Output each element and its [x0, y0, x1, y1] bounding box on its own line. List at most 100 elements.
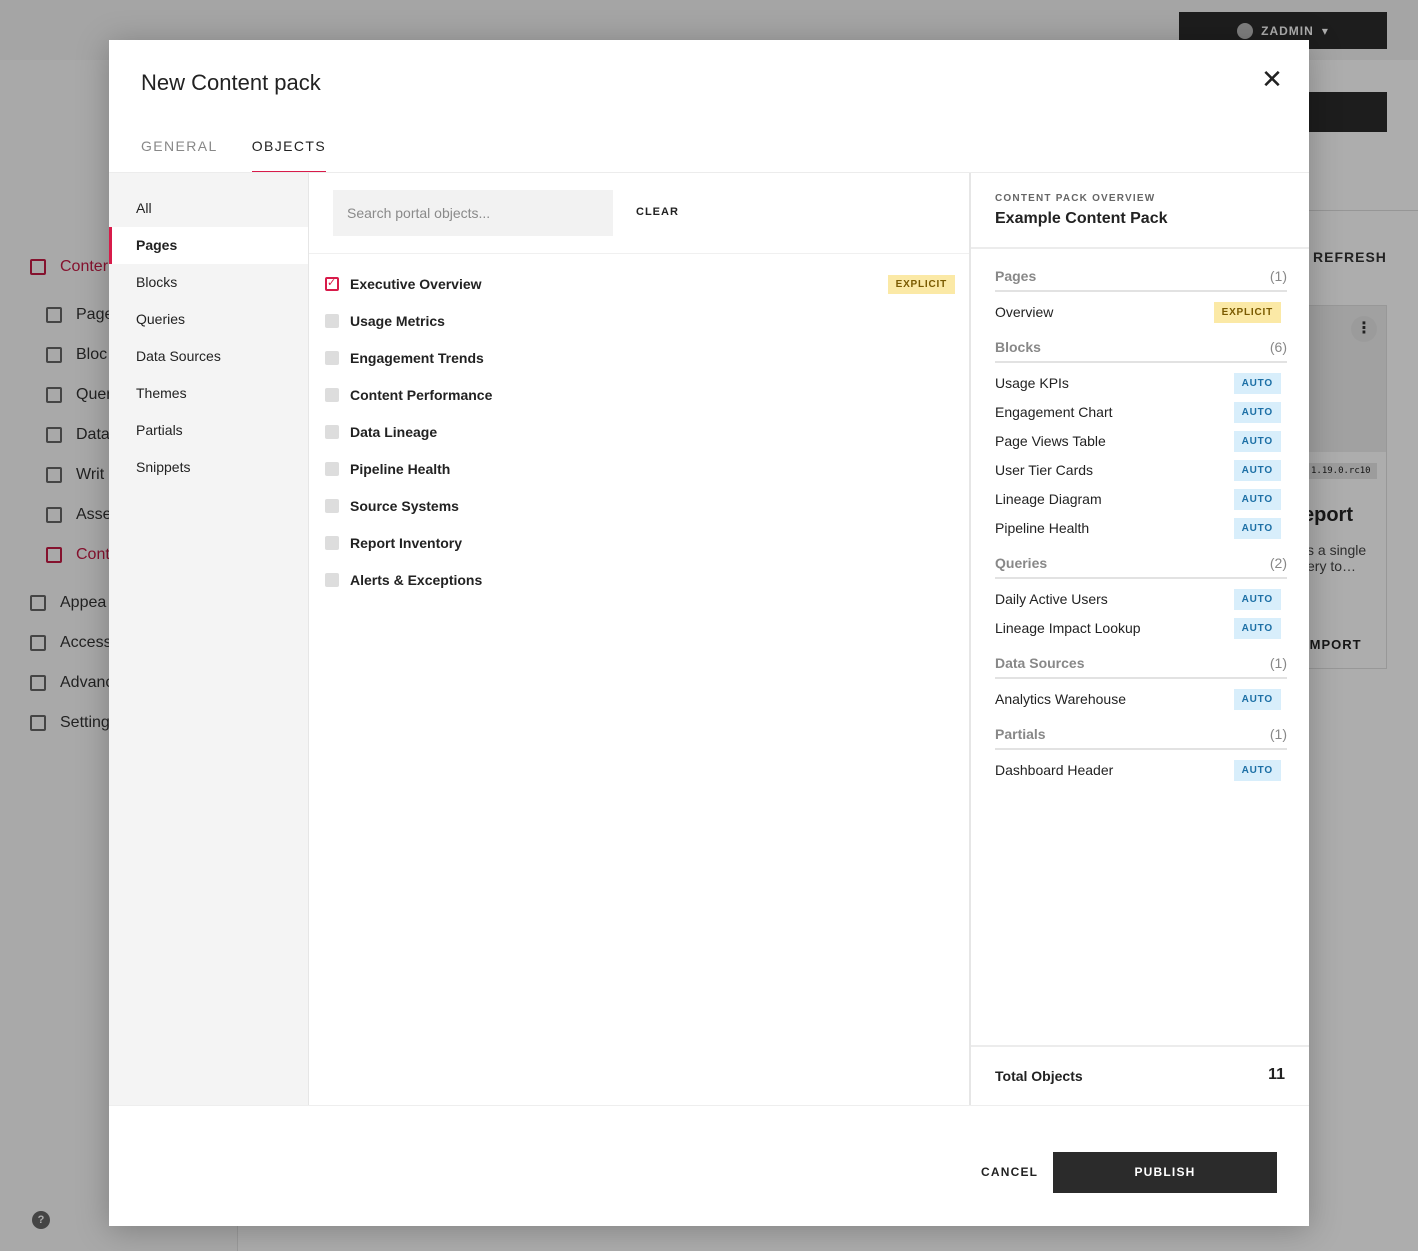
- overview-item: Usage KPIs AUTO: [995, 369, 1287, 398]
- clear-button[interactable]: CLEAR: [636, 206, 679, 218]
- category-partials[interactable]: Partials: [109, 412, 308, 449]
- dialog-title: New Content pack: [141, 70, 321, 95]
- group-pages: Pages (1) Overview EXPLICIT: [995, 268, 1287, 327]
- checkbox[interactable]: [325, 572, 339, 587]
- item-label: Dashboard Header: [995, 762, 1114, 778]
- tab-general[interactable]: GENERAL: [141, 126, 218, 173]
- category-queries[interactable]: Queries: [109, 301, 308, 338]
- checkbox[interactable]: [325, 424, 339, 439]
- list-item[interactable]: Usage Metrics: [325, 302, 955, 339]
- category-data-sources[interactable]: Data Sources: [109, 338, 308, 375]
- overview-item: User Tier Cards AUTO: [995, 456, 1287, 485]
- group-title: Pages: [995, 268, 1037, 284]
- tab-bar: GENERAL OBJECTS: [141, 126, 327, 173]
- list-item[interactable]: Pipeline Health: [325, 450, 955, 487]
- new-content-pack-dialog: New Content pack ✕ GENERAL OBJECTS All P…: [109, 40, 1309, 1226]
- content-pack-name: Example Content Pack: [995, 210, 1168, 227]
- checkbox[interactable]: [325, 350, 339, 365]
- object-label: Engagement Trends: [350, 349, 484, 366]
- checkbox-checked[interactable]: [325, 276, 339, 291]
- overview-item: Overview EXPLICIT: [995, 298, 1287, 327]
- divider: [309, 253, 969, 254]
- item-label: Analytics Warehouse: [995, 691, 1126, 707]
- group-queries: Queries (2) Daily Active Users AUTO Lineag…: [995, 555, 1287, 643]
- group-data-sources: Data Sources (1) Analytics Warehouse AUTO: [995, 655, 1287, 714]
- category-pages[interactable]: Pages: [109, 227, 308, 264]
- object-picker: CLEAR Executive Overview EXPLICIT Usage …: [309, 173, 969, 1105]
- total-objects-value: 11: [1268, 1066, 1285, 1083]
- group-blocks: Blocks (6) Usage KPIs AUTO Engagement Char…: [995, 339, 1287, 543]
- auto-badge: AUTO: [1233, 431, 1281, 452]
- group-count: (1): [1269, 726, 1287, 742]
- overview-item: Dashboard Header AUTO: [995, 756, 1287, 785]
- group-header: Queries (2): [995, 555, 1287, 579]
- overview-kicker: CONTENT PACK OVERVIEW: [995, 193, 1156, 204]
- auto-badge: AUTO: [1233, 460, 1281, 481]
- overview-item: Lineage Impact Lookup AUTO: [995, 614, 1287, 643]
- item-label: User Tier Cards: [995, 462, 1094, 478]
- total-objects-label: Total Objects: [995, 1068, 1083, 1084]
- checkbox[interactable]: [325, 535, 339, 550]
- divider: [971, 1045, 1309, 1047]
- group-count: (2): [1269, 555, 1287, 571]
- checkbox[interactable]: [325, 313, 339, 328]
- item-label: Page Views Table: [995, 433, 1106, 449]
- category-all[interactable]: All: [109, 190, 308, 227]
- group-title: Queries: [995, 555, 1048, 571]
- group-partials: Partials (1) Dashboard Header AUTO: [995, 726, 1287, 785]
- object-list: Executive Overview EXPLICIT Usage Metric…: [325, 265, 955, 598]
- checkbox[interactable]: [325, 498, 339, 513]
- item-label: Engagement Chart: [995, 404, 1113, 420]
- group-title: Data Sources: [995, 655, 1085, 671]
- overview-groups: Pages (1) Overview EXPLICIT Blocks (6) Usag…: [995, 268, 1287, 797]
- list-item[interactable]: Alerts & Exceptions: [325, 561, 955, 598]
- group-count: (1): [1269, 268, 1287, 284]
- object-label: Pipeline Health: [350, 460, 451, 477]
- search-input[interactable]: [333, 190, 613, 236]
- group-title: Partials: [995, 726, 1046, 742]
- object-label: Data Lineage: [350, 423, 438, 440]
- overview-item: Lineage Diagram AUTO: [995, 485, 1287, 514]
- overview-item: Daily Active Users AUTO: [995, 585, 1287, 614]
- object-label: Content Performance: [350, 386, 493, 403]
- item-label: Lineage Diagram: [995, 491, 1102, 507]
- divider: [971, 247, 1309, 249]
- cancel-button[interactable]: CANCEL: [981, 1165, 1038, 1179]
- tab-objects[interactable]: OBJECTS: [251, 126, 327, 173]
- object-label: Usage Metrics: [350, 312, 445, 329]
- auto-badge: AUTO: [1233, 618, 1281, 639]
- explicit-badge: EXPLICIT: [1213, 302, 1281, 323]
- list-item[interactable]: Executive Overview EXPLICIT: [325, 265, 955, 302]
- item-label: Daily Active Users: [995, 591, 1108, 607]
- auto-badge: AUTO: [1233, 518, 1281, 539]
- category-blocks[interactable]: Blocks: [109, 264, 308, 301]
- auto-badge: AUTO: [1233, 589, 1281, 610]
- group-header: Blocks (6): [995, 339, 1287, 363]
- explicit-badge: EXPLICIT: [887, 275, 955, 294]
- publish-button[interactable]: PUBLISH: [1053, 1152, 1277, 1193]
- list-item[interactable]: Source Systems: [325, 487, 955, 524]
- list-item[interactable]: Report Inventory: [325, 524, 955, 561]
- object-label: Report Inventory: [350, 534, 463, 551]
- overview-item: Pipeline Health AUTO: [995, 514, 1287, 543]
- checkbox[interactable]: [325, 461, 339, 476]
- auto-badge: AUTO: [1233, 689, 1281, 710]
- category-snippets[interactable]: Snippets: [109, 449, 308, 486]
- list-item[interactable]: Content Performance: [325, 376, 955, 413]
- group-header: Partials (1): [995, 726, 1287, 750]
- group-header: Data Sources (1): [995, 655, 1287, 679]
- auto-badge: AUTO: [1233, 489, 1281, 510]
- category-themes[interactable]: Themes: [109, 375, 308, 412]
- list-item[interactable]: Data Lineage: [325, 413, 955, 450]
- list-item[interactable]: Engagement Trends: [325, 339, 955, 376]
- close-icon[interactable]: ✕: [1259, 66, 1285, 92]
- content-pack-overview: CONTENT PACK OVERVIEW Example Content Pa…: [969, 173, 1309, 1105]
- item-label: Overview: [995, 304, 1054, 320]
- checkbox[interactable]: [325, 387, 339, 402]
- object-category-list: All Pages Blocks Queries Data Sources Th…: [109, 173, 309, 1105]
- overview-item: Page Views Table AUTO: [995, 427, 1287, 456]
- overview-item: Analytics Warehouse AUTO: [995, 685, 1287, 714]
- divider: [109, 1105, 1309, 1106]
- item-label: Lineage Impact Lookup: [995, 620, 1141, 636]
- item-label: Usage KPIs: [995, 375, 1069, 391]
